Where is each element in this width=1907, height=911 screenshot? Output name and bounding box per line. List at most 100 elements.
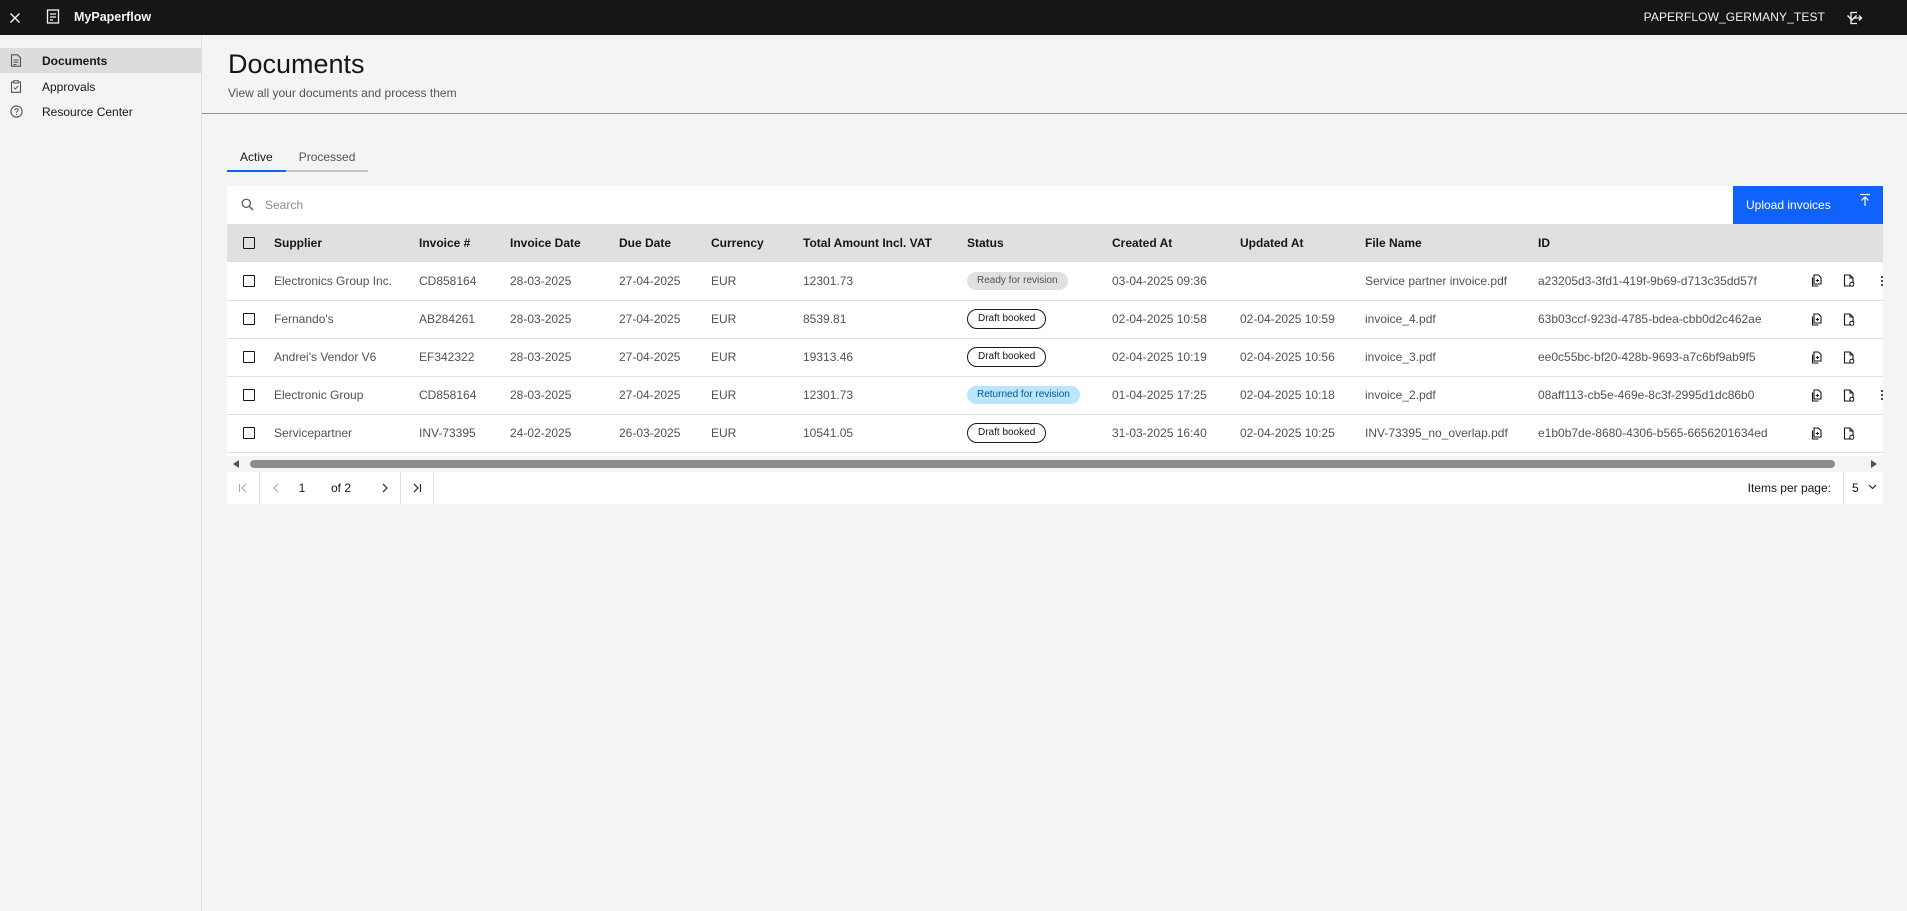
overflow-menu-icon[interactable] (1873, 272, 1883, 290)
cell-invoice: EF342322 (419, 338, 510, 377)
table-row[interactable]: Electronic Group CD858164 28-03-2025 27-04-… (227, 376, 1883, 415)
copy-document-icon[interactable] (1807, 386, 1825, 404)
cell-file: invoice_4.pdf (1365, 300, 1538, 339)
column-header[interactable]: Due Date (619, 224, 711, 262)
tab-active[interactable]: Active (227, 144, 286, 172)
app-title[interactable]: MyPaperflow (74, 10, 151, 24)
cell-invoice: CD858164 (419, 262, 510, 301)
scroll-left-arrow-icon[interactable] (233, 460, 239, 468)
cell-currency: EUR (711, 300, 803, 339)
file-view-icon[interactable] (1840, 348, 1858, 366)
previous-page-icon[interactable] (260, 472, 292, 504)
current-page-input[interactable]: 1 (291, 481, 313, 495)
cell-created: 02-04-2025 10:58 (1112, 300, 1240, 339)
first-page-icon[interactable] (227, 472, 259, 504)
cell-due-date: 27-04-2025 (619, 300, 711, 339)
copy-document-icon[interactable] (1807, 272, 1825, 290)
cell-created: 31-03-2025 16:40 (1112, 414, 1240, 453)
row-checkbox[interactable] (243, 389, 255, 401)
row-checkbox[interactable] (243, 351, 255, 363)
file-view-icon[interactable] (1840, 272, 1858, 290)
search-input[interactable] (265, 186, 1265, 224)
tab-label: Processed (298, 150, 356, 164)
logout-icon[interactable] (1844, 6, 1868, 30)
horizontal-scrollbar[interactable] (227, 456, 1883, 472)
cell-total: 10541.05 (803, 414, 967, 453)
sidebar-item-resource-center[interactable]: Resource Center (0, 99, 202, 124)
cell-invoice-date: 28-03-2025 (510, 300, 619, 339)
sidebar: Documents Approvals Resource Center (0, 35, 202, 911)
cell-updated: 02-04-2025 10:25 (1240, 414, 1365, 453)
row-checkbox[interactable] (243, 313, 255, 325)
cell-total: 12301.73 (803, 262, 967, 301)
cell-supplier: Servicepartner (274, 414, 419, 453)
cell-currency: EUR (711, 376, 803, 415)
cell-total: 19313.46 (803, 338, 967, 377)
copy-document-icon[interactable] (1807, 424, 1825, 442)
file-view-icon[interactable] (1840, 424, 1858, 442)
sidebar-item-documents[interactable]: Documents (0, 48, 202, 73)
cell-file: INV-73395_no_overlap.pdf (1365, 414, 1538, 453)
sidebar-item-approvals[interactable]: Approvals (0, 74, 202, 99)
file-view-icon[interactable] (1840, 386, 1858, 404)
table-header-row: Supplier Invoice # Invoice Date Due Date… (227, 224, 1883, 262)
cell-created: 02-04-2025 10:19 (1112, 338, 1240, 377)
items-per-page-select[interactable]: 5 (1843, 472, 1883, 504)
items-per-page-label: Items per page: (1747, 481, 1831, 495)
cell-updated: 02-04-2025 10:56 (1240, 338, 1365, 377)
tab-list: Active Processed (227, 144, 369, 172)
column-header[interactable]: Supplier (274, 224, 419, 262)
tab-label: Active (240, 150, 273, 164)
cell-currency: EUR (711, 414, 803, 453)
tab-processed[interactable]: Processed (285, 144, 369, 172)
table-row[interactable]: Andrei's Vendor V6 EF342322 28-03-2025 27-0… (227, 338, 1883, 377)
table-row[interactable]: Electronics Group Inc. CD858164 28-03-2025… (227, 262, 1883, 301)
file-view-icon[interactable] (1840, 310, 1858, 328)
pagination: 1 of 2 Items per page: 5 (227, 472, 1883, 504)
upload-invoices-button[interactable]: Upload invoices (1733, 186, 1883, 224)
column-header[interactable]: Status (967, 224, 1112, 262)
column-header[interactable]: ID (1538, 224, 1807, 262)
close-icon[interactable] (0, 0, 30, 35)
column-header[interactable]: Created At (1112, 224, 1240, 262)
column-header[interactable]: File Name (1365, 224, 1538, 262)
column-header[interactable]: Total Amount Incl. VAT (803, 224, 967, 262)
actions-header (1807, 224, 1883, 262)
cell-total: 8539.81 (803, 300, 967, 339)
scroll-right-arrow-icon[interactable] (1871, 460, 1877, 468)
cell-currency: EUR (711, 262, 803, 301)
column-header[interactable]: Invoice # (419, 224, 510, 262)
next-page-icon[interactable] (369, 472, 401, 504)
upload-icon (1859, 193, 1871, 207)
select-all-checkbox[interactable] (243, 237, 255, 249)
row-checkbox[interactable] (243, 274, 255, 287)
last-page-icon[interactable] (401, 472, 433, 504)
scrollbar-thumb[interactable] (250, 460, 1835, 468)
row-checkbox[interactable] (243, 427, 255, 439)
table-row[interactable]: Fernando's AB284261 28-03-2025 27-04-2025 EU… (227, 300, 1883, 339)
cell-id: e1b0b7de-8680-4306-b565-6656201634ed (1538, 414, 1807, 453)
cell-file: invoice_2.pdf (1365, 376, 1538, 415)
cell-supplier: Electronics Group Inc. (274, 262, 419, 301)
table-row[interactable]: Servicepartner INV-73395 24-02-2025 26-03-2… (227, 414, 1883, 453)
help-icon (10, 105, 24, 119)
cell-invoice-date: 28-03-2025 (510, 338, 619, 377)
cell-file: Service partner invoice.pdf (1365, 262, 1538, 301)
cell-created: 03-04-2025 09:36 (1112, 262, 1240, 301)
sidebar-item-label: Documents (42, 54, 108, 68)
cell-supplier: Fernando's (274, 300, 419, 339)
copy-document-icon[interactable] (1807, 310, 1825, 328)
tenant-name[interactable]: PAPERFLOW_GERMANY_TEST (1644, 10, 1825, 24)
upload-button-label: Upload invoices (1746, 198, 1831, 212)
header-divider (202, 113, 1907, 114)
overflow-menu-icon[interactable] (1873, 386, 1883, 404)
column-header[interactable]: Updated At (1240, 224, 1365, 262)
cell-invoice-date: 24-02-2025 (510, 414, 619, 453)
copy-document-icon[interactable] (1807, 348, 1825, 366)
column-header[interactable]: Invoice Date (510, 224, 619, 262)
top-header: MyPaperflow PAPERFLOW_GERMANY_TEST (0, 0, 1907, 35)
page-subtitle: View all your documents and process them (228, 86, 457, 100)
cell-invoice: INV-73395 (419, 414, 510, 453)
cell-id: a23205d3-3fd1-419f-9b69-d713c35dd57f (1538, 262, 1807, 301)
column-header[interactable]: Currency (711, 224, 803, 262)
